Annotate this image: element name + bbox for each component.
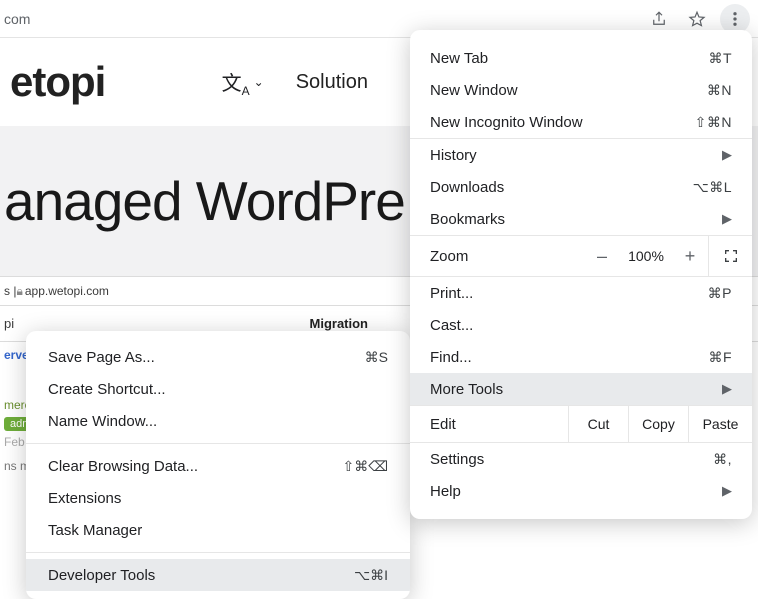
- chevron-right-icon: ▶: [722, 381, 732, 397]
- more-icon[interactable]: [720, 4, 750, 34]
- menu-help[interactable]: Help▶: [410, 475, 752, 507]
- more-tools-submenu: Save Page As...⌘S Create Shortcut... Nam…: [26, 331, 410, 599]
- submenu-developer-tools[interactable]: Developer Tools⌥⌘I: [26, 559, 410, 591]
- menu-edit-row: Edit Cut Copy Paste: [410, 406, 752, 442]
- menu-edit-label: Edit: [410, 416, 568, 433]
- submenu-save-page[interactable]: Save Page As...⌘S: [26, 341, 410, 373]
- lock-icon: 🔒︎: [16, 284, 22, 299]
- chevron-down-icon: ⌄: [254, 75, 264, 89]
- submenu-clear-data[interactable]: Clear Browsing Data...⇧⌘⌫: [26, 450, 410, 482]
- menu-zoom: Zoom – 100% +: [410, 236, 752, 276]
- fullscreen-button[interactable]: [708, 236, 752, 276]
- submenu-create-shortcut[interactable]: Create Shortcut...: [26, 373, 410, 405]
- translate-icon: 文A: [222, 67, 250, 98]
- menu-new-incognito[interactable]: New Incognito Window⇧⌘N: [410, 106, 752, 138]
- menu-cast[interactable]: Cast...: [410, 309, 752, 341]
- menu-settings[interactable]: Settings⌘,: [410, 443, 752, 475]
- chevron-right-icon: ▶: [722, 483, 732, 499]
- chevron-right-icon: ▶: [722, 147, 732, 163]
- url-fragment: com: [0, 11, 30, 27]
- cut-button[interactable]: Cut: [568, 406, 628, 442]
- star-icon[interactable]: [682, 4, 712, 34]
- share-icon[interactable]: [644, 4, 674, 34]
- zoom-value: 100%: [620, 248, 672, 264]
- copy-button[interactable]: Copy: [628, 406, 688, 442]
- tab-left[interactable]: pi: [4, 316, 14, 331]
- menu-new-window[interactable]: New Window⌘N: [410, 74, 752, 106]
- site-logo: etopi: [10, 58, 105, 106]
- submenu-extensions[interactable]: Extensions: [26, 482, 410, 514]
- submenu-task-manager[interactable]: Task Manager: [26, 514, 410, 546]
- language-switcher[interactable]: 文A ⌄: [222, 67, 264, 98]
- tab-migration[interactable]: Migration: [310, 316, 369, 331]
- hero-title: anaged WordPre: [4, 169, 405, 233]
- paste-button[interactable]: Paste: [688, 406, 752, 442]
- chevron-right-icon: ▶: [722, 211, 732, 227]
- zoom-minus-button[interactable]: –: [584, 236, 620, 276]
- nav-solutions[interactable]: Solution: [296, 71, 368, 94]
- menu-bookmarks[interactable]: Bookmarks▶: [410, 203, 752, 235]
- menu-print[interactable]: Print...⌘P: [410, 277, 752, 309]
- zoom-plus-button[interactable]: +: [672, 236, 708, 276]
- menu-downloads[interactable]: Downloads⌥⌘L: [410, 171, 752, 203]
- menu-find[interactable]: Find...⌘F: [410, 341, 752, 373]
- menu-history[interactable]: History▶: [410, 139, 752, 171]
- app-url: app.wetopi.com: [25, 284, 109, 298]
- menu-new-tab[interactable]: New Tab⌘T: [410, 42, 752, 74]
- chrome-menu: New Tab⌘T New Window⌘N New Incognito Win…: [410, 30, 752, 519]
- submenu-name-window[interactable]: Name Window...: [26, 405, 410, 437]
- menu-more-tools[interactable]: More Tools▶: [410, 373, 752, 405]
